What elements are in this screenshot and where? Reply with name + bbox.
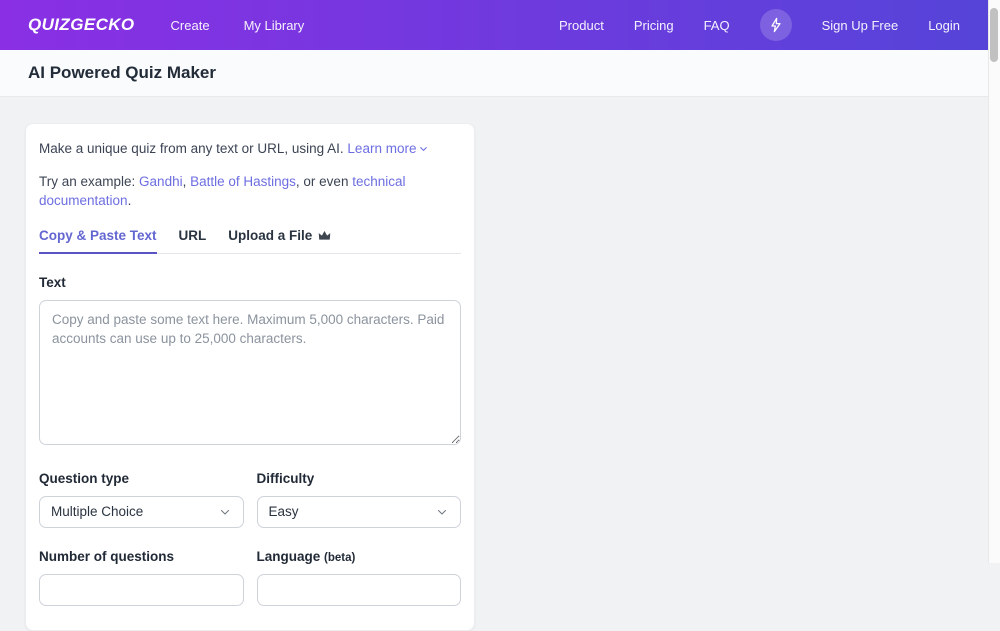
question-type-label: Question type [39, 471, 244, 486]
quiz-text-input[interactable] [39, 300, 461, 445]
nav-pricing[interactable]: Pricing [634, 18, 674, 33]
difficulty-value: Easy [269, 504, 299, 519]
nav-my-library[interactable]: My Library [244, 18, 305, 33]
text-field-label: Text [39, 275, 461, 290]
upgrade-bolt-button[interactable] [760, 9, 792, 41]
nav-right-group: Product Pricing FAQ Sign Up Free Login [559, 9, 960, 41]
learn-more-link[interactable]: Learn more [347, 141, 429, 156]
num-questions-label: Number of questions [39, 549, 244, 564]
nav-left-group: Create My Library [171, 18, 305, 33]
nav-sign-up-free[interactable]: Sign Up Free [822, 18, 899, 33]
top-navbar: QUIZGECKO Create My Library Product Pric… [0, 0, 1000, 50]
nav-create[interactable]: Create [171, 18, 210, 33]
form-row-type-difficulty: Question type Multiple Choice Difficulty… [39, 471, 461, 528]
tab-upload-a-file[interactable]: Upload a File [228, 228, 331, 254]
brand-logo[interactable]: QUIZGECKO [28, 15, 135, 35]
quiz-maker-card: Make a unique quiz from any text or URL,… [25, 123, 475, 631]
intro-line: Make a unique quiz from any text or URL,… [39, 139, 461, 160]
tab-copy-paste-text[interactable]: Copy & Paste Text [39, 228, 157, 254]
language-beta-tag: (beta) [324, 552, 355, 564]
source-tabs: Copy & Paste Text URL Upload a File [39, 228, 461, 254]
question-type-select[interactable]: Multiple Choice [39, 496, 244, 528]
intro-text: Make a unique quiz from any text or URL,… [39, 141, 344, 156]
num-questions-field: Number of questions [39, 549, 244, 606]
language-field: Language (beta) [257, 549, 462, 606]
scrollbar-thumb[interactable] [990, 8, 998, 62]
page-header: AI Powered Quiz Maker [0, 50, 1000, 97]
chevron-down-icon [218, 505, 232, 519]
language-select[interactable] [257, 574, 462, 606]
example-link-gandhi[interactable]: Gandhi [139, 174, 183, 189]
nav-login[interactable]: Login [928, 18, 960, 33]
nav-product[interactable]: Product [559, 18, 604, 33]
difficulty-label: Difficulty [257, 471, 462, 486]
example-line: Try an example: Gandhi, Battle of Hastin… [39, 172, 461, 211]
question-type-field: Question type Multiple Choice [39, 471, 244, 528]
page-title: AI Powered Quiz Maker [28, 63, 216, 83]
form-row-count-language: Number of questions Language (beta) [39, 549, 461, 606]
question-type-value: Multiple Choice [51, 504, 143, 519]
language-label: Language (beta) [257, 549, 462, 564]
nav-faq[interactable]: FAQ [704, 18, 730, 33]
example-prefix: Try an example: [39, 174, 139, 189]
difficulty-field: Difficulty Easy [257, 471, 462, 528]
chevron-down-icon [435, 505, 449, 519]
chevron-down-icon [418, 142, 429, 157]
lightning-bolt-icon [768, 17, 784, 33]
crown-icon [318, 230, 331, 241]
tab-url[interactable]: URL [179, 228, 207, 254]
example-link-battle-of-hastings[interactable]: Battle of Hastings [190, 174, 296, 189]
num-questions-input[interactable] [39, 574, 244, 606]
difficulty-select[interactable]: Easy [257, 496, 462, 528]
browser-scrollbar[interactable] [988, 0, 1000, 563]
